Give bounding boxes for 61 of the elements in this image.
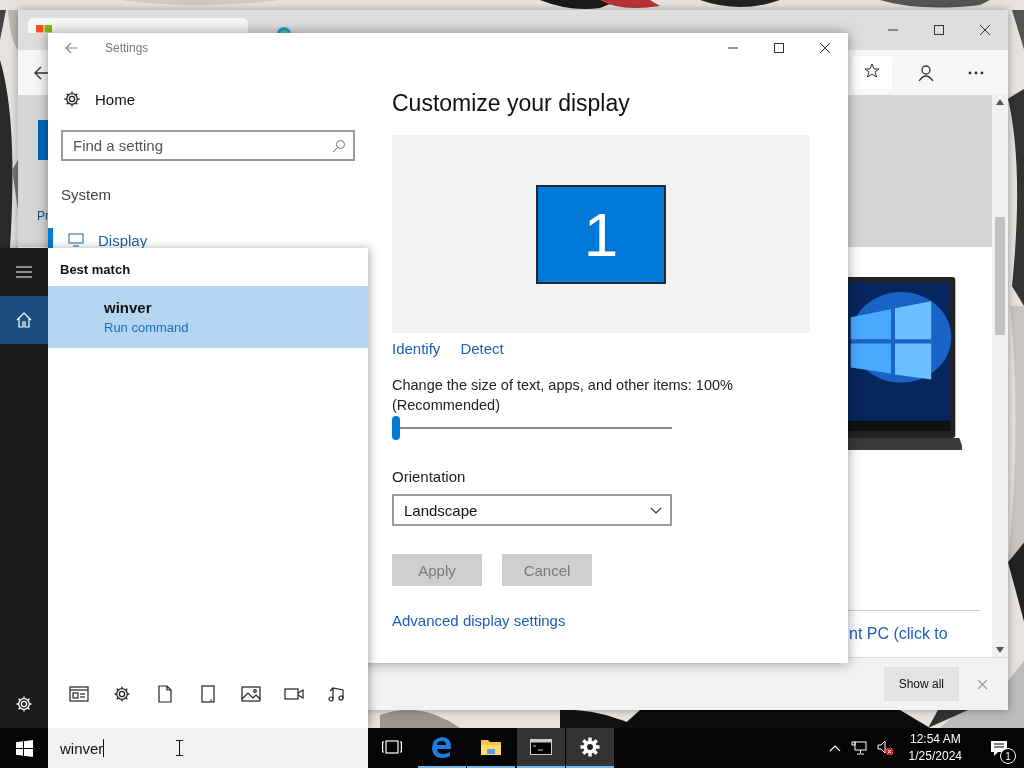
notification-button[interactable]: 1 <box>984 733 1014 763</box>
search-result[interactable]: winver Run command <box>48 286 368 348</box>
text-link[interactable]: Advanced display settings <box>392 612 566 629</box>
scrollbar[interactable] <box>992 95 1008 657</box>
more-icon[interactable] <box>968 70 984 75</box>
taskbar-button[interactable] <box>516 728 565 768</box>
group-heading: Best match <box>59 261 132 279</box>
slider-thumb[interactable] <box>392 416 400 440</box>
windows-logo-icon <box>15 739 33 757</box>
page-title: Customize your display <box>392 90 631 117</box>
text-link[interactable]: Identify <box>392 340 441 357</box>
network-icon[interactable] <box>850 740 867 756</box>
maximize-icon[interactable] <box>933 24 945 36</box>
text-link[interactable]: Detect <box>460 340 504 357</box>
terminal-icon <box>529 739 552 755</box>
taskbar-button[interactable] <box>566 728 614 768</box>
profile-icon[interactable] <box>918 63 934 82</box>
video-camera-icon[interactable] <box>283 687 304 701</box>
monitor-tile[interactable]: 1 <box>536 184 666 284</box>
document-icon[interactable] <box>158 685 173 703</box>
home-icon <box>16 312 32 328</box>
close-icon[interactable] <box>979 24 991 36</box>
orientation-label: Orientation <box>392 468 467 485</box>
monitor-icon <box>68 233 84 247</box>
chevron-down-icon <box>650 506 662 514</box>
home-link[interactable]: Home <box>95 90 135 108</box>
star-icon[interactable] <box>864 62 880 79</box>
app-window-icon[interactable] <box>69 686 90 702</box>
tablet-icon[interactable] <box>200 685 215 703</box>
back-arrow-icon[interactable] <box>34 65 50 80</box>
folder-icon <box>480 738 502 756</box>
chevron-up-icon[interactable] <box>828 744 841 752</box>
scale-label: Change the size of text, apps, and other items: 100% (Recommended) <box>392 376 734 415</box>
clock[interactable]: 12:54 AM 1/25/2024 <box>908 731 962 765</box>
close-icon[interactable] <box>819 42 831 54</box>
window-title: Settings <box>105 41 149 55</box>
search-field[interactable]: winver <box>48 728 368 768</box>
search-field[interactable]: Find a setting <box>61 130 355 161</box>
four-squares-icon <box>36 25 52 33</box>
scroll-down-icon[interactable] <box>996 647 1004 653</box>
e-logo-icon <box>430 736 453 758</box>
music-note-icon[interactable] <box>327 686 346 702</box>
show-all-button[interactable]: Show all <box>883 667 959 701</box>
image-icon[interactable] <box>240 686 261 702</box>
scroll-up-icon[interactable] <box>996 99 1004 105</box>
section-heading: System <box>61 186 112 203</box>
text-cursor-icon <box>176 740 183 756</box>
page-link[interactable]: Pr <box>37 209 49 223</box>
notification-count: 1 <box>1000 748 1016 764</box>
settings-icon[interactable] <box>113 685 132 703</box>
maximize-icon[interactable] <box>773 42 785 54</box>
page-link[interactable]: nt PC (click to <box>849 625 948 643</box>
gear-icon[interactable] <box>63 90 81 108</box>
search-icon <box>332 139 346 153</box>
orientation-dropdown[interactable]: Landscape <box>392 494 672 526</box>
menu-icon <box>16 266 32 278</box>
gear-icon <box>580 737 600 757</box>
task-view-icon <box>382 740 402 754</box>
scroll-thumb[interactable] <box>995 217 1005 335</box>
home-button[interactable] <box>0 296 48 344</box>
muted-speaker-icon[interactable] <box>876 740 895 756</box>
